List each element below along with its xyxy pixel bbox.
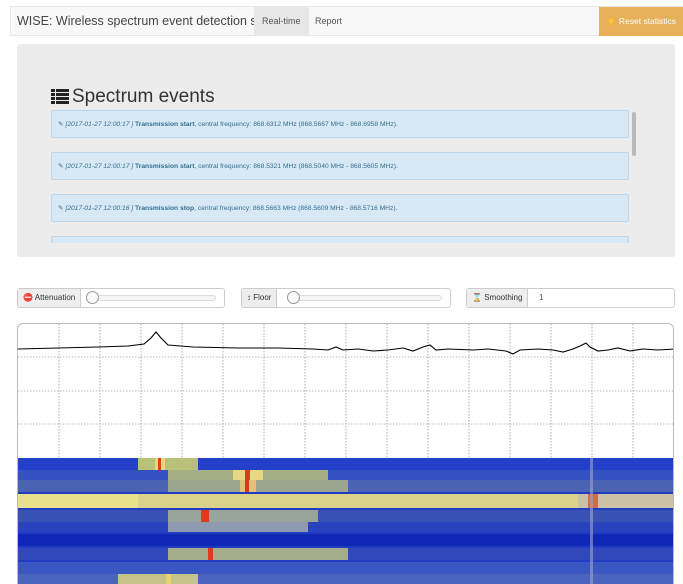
event-kind: Transmission start: [135, 121, 195, 128]
event-item: ✎ [2017-01-27 12:00:17 ] Transmission st…: [51, 152, 629, 180]
events-title: Spectrum events: [51, 86, 215, 108]
floor-slider-handle[interactable]: [287, 291, 300, 304]
events-title-text: Spectrum events: [72, 86, 215, 107]
event-item: ✎ [2017-01-27 12:00:16 ] Transmission st…: [51, 194, 629, 222]
smoothing-input[interactable]: 1: [539, 289, 543, 307]
spectrum-grid: [18, 324, 673, 458]
spectrum-plot: [17, 323, 674, 584]
events-scrollbar-thumb[interactable]: [632, 112, 636, 156]
event-timestamp: [2017-01-27 12:00:16 ]: [65, 205, 134, 212]
event-kind: Transmission start: [135, 163, 195, 170]
waterfall-rows: [18, 458, 673, 584]
vertical-arrows-icon: ↕: [247, 293, 251, 302]
smoothing-label: Smoothing: [484, 293, 523, 302]
spectrum-svg: [18, 324, 673, 584]
event-list[interactable]: ✎ [2017-01-27 12:00:17 ] Transmission st…: [51, 110, 633, 243]
minus-circle-icon: ⛔: [23, 293, 33, 302]
event-item-partial: [51, 236, 629, 243]
events-panel: Spectrum events ✎ [2017-01-27 12:00:17 ]…: [17, 44, 675, 257]
attenuation-addon: ⛔ Attenuation: [18, 289, 82, 307]
floor-control: ↕ Floor: [241, 288, 451, 308]
events-scrollbar[interactable]: [631, 110, 637, 243]
event-item: ✎ [2017-01-27 12:00:17 ] Transmission st…: [51, 110, 629, 138]
app-brand[interactable]: WISE: Wireless spectrum event detection …: [17, 14, 290, 28]
event-detail: , central frequency: 868.5321 MHz (868.5…: [194, 163, 398, 170]
floor-label: Floor: [253, 293, 272, 302]
event-timestamp: [2017-01-27 12:00:17 ]: [65, 121, 134, 128]
bullhorn-icon: ✎: [58, 121, 64, 128]
floor-addon: ↕ Floor: [242, 289, 278, 307]
hourglass-icon: ⌛: [472, 293, 482, 302]
event-timestamp: [2017-01-27 12:00:17 ]: [65, 163, 134, 170]
attenuation-label: Attenuation: [34, 293, 76, 302]
navbar: WISE: Wireless spectrum event detection …: [10, 6, 683, 36]
event-kind: Transmission stop: [135, 205, 195, 212]
smoothing-addon: ⌛ Smoothing: [467, 289, 529, 307]
smoothing-control: ⌛ Smoothing 1: [466, 288, 675, 308]
list-icon: [51, 89, 69, 104]
attenuation-slider-handle[interactable]: [86, 291, 99, 304]
reset-statistics-button[interactable]: ⚡ Reset statistics: [599, 7, 683, 36]
tab-real-time[interactable]: Real-time: [254, 7, 309, 35]
bullhorn-icon: ✎: [58, 163, 64, 170]
bullhorn-icon: ✎: [58, 205, 64, 212]
attenuation-slider[interactable]: [88, 295, 216, 301]
attenuation-control: ⛔ Attenuation: [17, 288, 225, 308]
tab-report[interactable]: Report: [307, 7, 350, 35]
event-detail: , central frequency: 868.5663 MHz (868.5…: [194, 205, 398, 212]
event-detail: , central frequency: 868.6312 MHz (868.5…: [194, 121, 398, 128]
floor-slider[interactable]: [290, 295, 442, 301]
